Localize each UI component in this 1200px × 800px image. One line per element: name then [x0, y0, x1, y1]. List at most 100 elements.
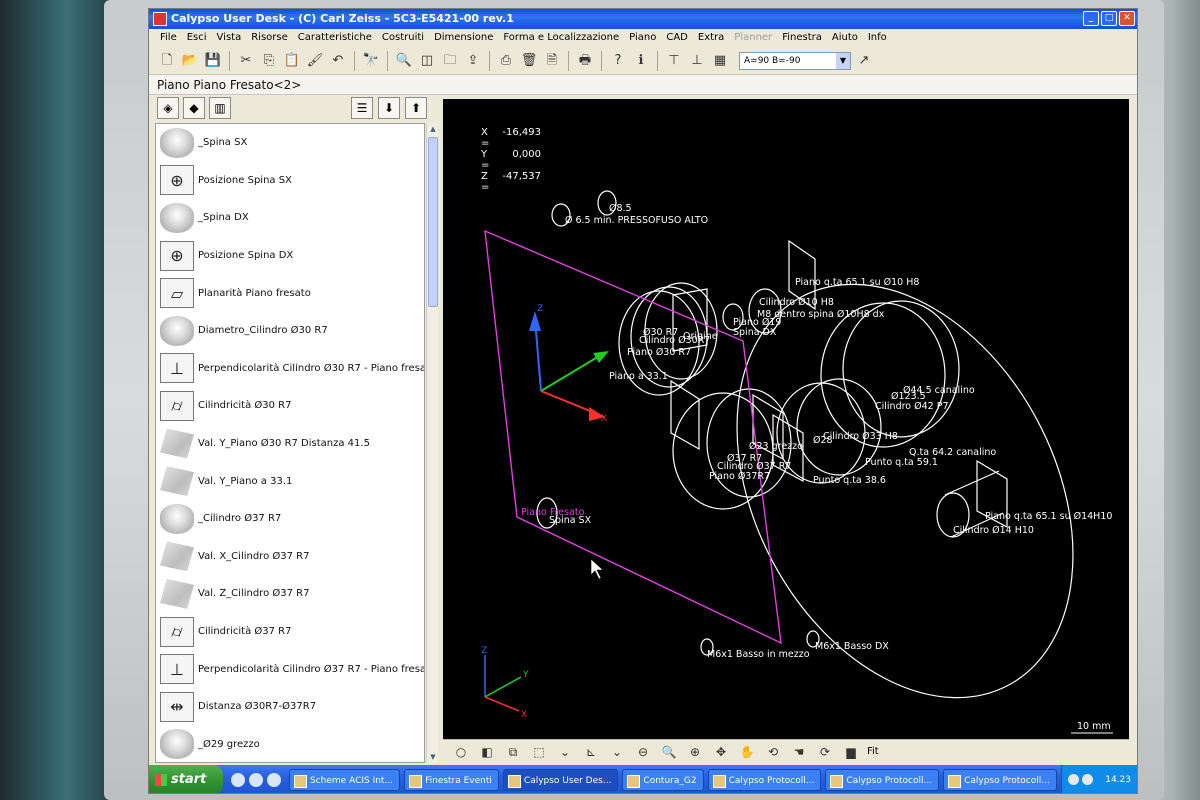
menu-cad[interactable]: CAD — [661, 29, 693, 47]
menu-aiuto[interactable]: Aiuto — [827, 29, 863, 47]
probe-icon[interactable]: ⊤ — [664, 51, 684, 71]
zoom-icon[interactable]: 🔍 — [394, 51, 414, 71]
info-icon[interactable]: ℹ — [631, 51, 651, 71]
task-calypso-protocol-2[interactable]: Calypso Protocoll... — [825, 769, 940, 791]
feature-row-6[interactable]: ⊥ Perpendicolarità Cilindro Ø30 R7 - Pia… — [156, 350, 424, 388]
chevron-down-icon[interactable]: ▼ — [836, 52, 850, 69]
scroll-up-icon[interactable]: ▲ — [428, 123, 438, 135]
menu-forma-localizzazione[interactable]: Forma e Localizzazione — [498, 29, 624, 47]
start-button[interactable]: start — [149, 765, 223, 793]
feature-row-14[interactable]: ⊥ Perpendicolarità Cilindro Ø37 R7 - Pia… — [156, 650, 424, 688]
cad-viewport[interactable]: X = -16,493 Y = 0,000 Z = -47,537 Z X Z … — [443, 99, 1129, 739]
zoom-in-icon[interactable]: ⊕ — [685, 743, 705, 761]
chevron-down-icon[interactable]: ⌄ — [555, 743, 575, 761]
scrollbar-thumb[interactable] — [428, 137, 438, 307]
probe-pointer-icon[interactable]: ↗ — [854, 51, 874, 71]
measure-view-icon[interactable]: ▥ — [209, 97, 231, 119]
feature-row-8[interactable]: Val. Y_Piano Ø30 R7 Distanza 41.5 — [156, 425, 424, 463]
menu-finestra[interactable]: Finestra — [777, 29, 827, 47]
cylinder-42[interactable] — [820, 302, 946, 448]
close-button[interactable]: ✕ — [1119, 11, 1135, 26]
folder-icon[interactable]: 🗀 — [440, 51, 460, 71]
menu-info[interactable]: Info — [863, 29, 892, 47]
paste-icon[interactable]: 📋 — [282, 51, 302, 71]
page-icon[interactable]: 🗎 — [542, 51, 562, 71]
cylinder-42-b[interactable] — [842, 300, 960, 438]
circle-icon[interactable]: ○ — [451, 743, 471, 761]
binoculars-icon[interactable]: 🔭 — [361, 51, 381, 71]
task-contura[interactable]: Contura_G2 — [622, 769, 704, 791]
outer-contour[interactable] — [669, 226, 1129, 739]
task-calypso-user-desk[interactable]: Calypso User Des... — [502, 769, 619, 791]
pan-icon[interactable]: ✥ — [711, 743, 731, 761]
rotate-axis-icon[interactable]: ⟳ — [815, 743, 835, 761]
move-up-icon[interactable]: ⬆ — [405, 97, 427, 119]
feature-row-9[interactable]: Val. Y_Piano a 33.1 — [156, 462, 424, 500]
help-icon[interactable]: ? — [608, 51, 628, 71]
feature-list-scrollbar[interactable]: ▲ ▼ — [426, 123, 438, 763]
browser-icon[interactable] — [231, 773, 245, 787]
feature-row-4[interactable]: ▱ Planarità Piano fresato — [156, 274, 424, 312]
list-options-icon[interactable]: ☰ — [351, 97, 373, 119]
feature-row-10[interactable]: _Cilindro Ø37 R7 — [156, 500, 424, 538]
task-scheme-acis[interactable]: Scheme ACIS Int... — [289, 769, 401, 791]
menu-esci[interactable]: Esci — [182, 29, 212, 47]
maximize-button[interactable]: □ — [1101, 11, 1117, 26]
menu-dimensione[interactable]: Dimensione — [429, 29, 498, 47]
move-down-icon[interactable]: ⬇ — [378, 97, 400, 119]
feature-row-12[interactable]: Val. Z_Cilindro Ø37 R7 — [156, 575, 424, 613]
cut-icon[interactable]: ✂ — [236, 51, 256, 71]
feature-row-5[interactable]: Diametro_Cilindro Ø30 R7 — [156, 312, 424, 350]
feature-row-7[interactable]: ⌭ Cilindricità Ø30 R7 — [156, 387, 424, 425]
desktop-icon[interactable] — [267, 773, 281, 787]
security-icon[interactable] — [1082, 774, 1093, 785]
feature-row-11[interactable]: Val. X_Cilindro Ø37 R7 — [156, 538, 424, 576]
axes-icon[interactable]: ⊾ — [581, 743, 601, 761]
zoom-icon[interactable]: 🔍 — [659, 743, 679, 761]
shade-icon[interactable]: ▆ — [841, 743, 861, 761]
task-calypso-protocol-1[interactable]: Calypso Protocoll... — [707, 769, 822, 791]
chevron-down-icon[interactable]: ⌄ — [607, 743, 627, 761]
fit-button[interactable]: Fit — [867, 746, 879, 757]
delete-icon[interactable]: 🗑 — [519, 51, 539, 71]
probe-angle-select[interactable]: A=90 B=-90 ▼ — [739, 51, 851, 70]
probe-config-icon[interactable]: ▦ — [710, 51, 730, 71]
probe-alt-icon[interactable]: ⊥ — [687, 51, 707, 71]
brush-icon[interactable]: 🖌 — [305, 51, 325, 71]
export-icon[interactable]: ⇪ — [463, 51, 483, 71]
feature-row-1[interactable]: ⊕ Posizione Spina SX — [156, 162, 424, 200]
box-view-icon[interactable]: ⧉ — [503, 743, 523, 761]
cube-view-icon[interactable]: ⬚ — [529, 743, 549, 761]
view-icon[interactable]: ◫ — [417, 51, 437, 71]
menu-piano[interactable]: Piano — [624, 29, 661, 47]
hand-icon[interactable]: ☚ — [789, 743, 809, 761]
print-icon[interactable]: ⎙ — [496, 51, 516, 71]
feature-row-3[interactable]: ⊕ Posizione Spina DX — [156, 237, 424, 275]
undo-icon[interactable]: ↶ — [328, 51, 348, 71]
menu-risorse[interactable]: Risorse — [246, 29, 293, 47]
menu-costruiti[interactable]: Costruiti — [377, 29, 429, 47]
color-fill-icon[interactable]: ◧ — [477, 743, 497, 761]
rotate-xyz-icon[interactable]: ✋ — [737, 743, 757, 761]
save-icon[interactable]: 💾 — [203, 51, 223, 71]
media-icon[interactable] — [249, 773, 263, 787]
scroll-down-icon[interactable]: ▼ — [428, 751, 438, 763]
copy-icon[interactable]: ⎘ — [259, 51, 279, 71]
menu-extra[interactable]: Extra — [693, 29, 729, 47]
zoom-out-icon[interactable]: ⊖ — [633, 743, 653, 761]
rotate-icon[interactable]: ⟲ — [763, 743, 783, 761]
new-icon[interactable]: 🗋 — [157, 51, 177, 71]
feature-row-0[interactable]: _Spina SX — [156, 124, 424, 162]
menu-file[interactable]: File — [155, 29, 182, 47]
task-calypso-protocol-3[interactable]: Calypso Protocoll... — [943, 769, 1057, 791]
feature-row-2[interactable]: _Spina DX — [156, 199, 424, 237]
plane-fresato[interactable] — [484, 229, 782, 645]
feature-row-13[interactable]: ⌭ Cilindricità Ø37 R7 — [156, 613, 424, 651]
feature-view-icon[interactable]: ◈ — [157, 97, 179, 119]
printer-icon[interactable]: 🖶 — [575, 51, 595, 71]
minimize-button[interactable]: _ — [1083, 11, 1099, 26]
characteristic-view-icon[interactable]: ◆ — [183, 97, 205, 119]
task-finestra-eventi[interactable]: Finestra Eventi — [404, 769, 499, 791]
menu-caratteristiche[interactable]: Caratteristiche — [293, 29, 377, 47]
network-icon[interactable] — [1068, 774, 1079, 785]
